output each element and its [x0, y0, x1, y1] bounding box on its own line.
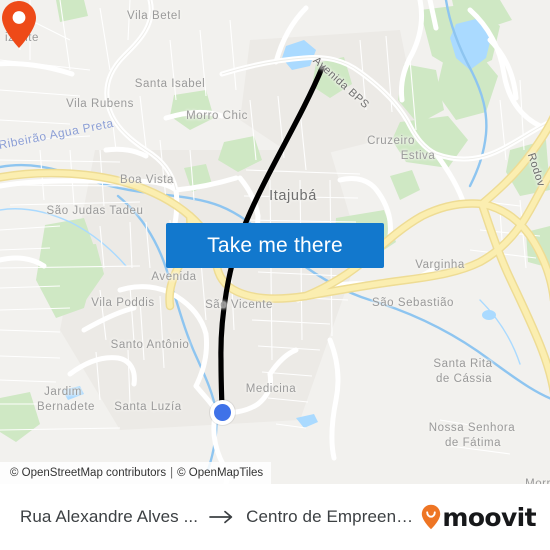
trip-footer-bar: Rua Alexandre Alves ... Centro de Empree…	[0, 484, 550, 550]
attribution-separator: |	[170, 467, 174, 479]
map-canvas[interactable]: Vila BetelizonteSanta IsabelVila RubensM…	[0, 0, 550, 484]
take-me-there-button[interactable]: Take me there	[166, 223, 384, 268]
attribution-openmaptiles-link[interactable]: © OpenMapTiles	[177, 467, 263, 479]
moovit-brand[interactable]: moovit	[413, 503, 550, 532]
map-pin-icon[interactable]	[0, 0, 38, 50]
map-attribution-bar: © OpenStreetMap contributors | © OpenMap…	[0, 462, 272, 484]
moovit-pin-icon	[422, 504, 441, 530]
current-location-dot-icon[interactable]	[210, 400, 235, 425]
moovit-trip-map-screen: Vila BetelizonteSanta IsabelVila RubensM…	[0, 0, 550, 550]
trip-endpoints: Rua Alexandre Alves ... Centro de Empree…	[0, 507, 413, 527]
moovit-wordmark: moovit	[442, 502, 536, 532]
attribution-osm-link[interactable]: © OpenStreetMap contributors	[10, 467, 166, 479]
take-me-there-label: Take me there	[207, 233, 343, 257]
trip-destination-label: Centro de Empreendedori...	[246, 507, 413, 526]
origin-dot-inner	[214, 404, 231, 421]
arrow-right-icon	[209, 510, 233, 524]
trip-origin-label: Rua Alexandre Alves ...	[20, 507, 199, 526]
